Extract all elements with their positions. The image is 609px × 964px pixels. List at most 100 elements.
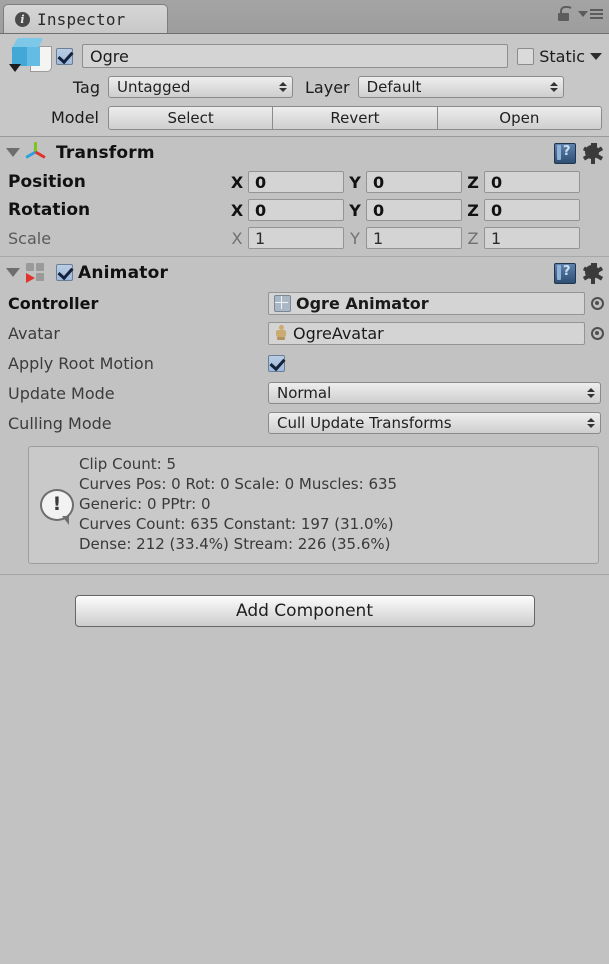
apply-root-motion-checkbox[interactable] [268,354,285,372]
axis-x-label: X [231,228,243,248]
avatar-object-field[interactable]: OgreAvatar [268,321,585,345]
avatar-value: OgreAvatar [293,323,384,343]
axis-y-label: Y [349,200,361,220]
gameobject-header: Ogre Static Tag Untagged Layer Default M… [0,34,609,137]
static-checkbox[interactable] [517,47,535,65]
animator-culling-mode-row: Culling Mode Cull Update Transforms [0,408,609,438]
layer-value: Default [366,78,422,96]
foldout-arrow-icon[interactable] [6,148,20,157]
stats-line: Curves Pos: 0 Rot: 0 Scale: 0 Muscles: 6… [79,474,398,493]
model-revert-button[interactable]: Revert [273,105,438,130]
tag-dropdown[interactable]: Untagged [108,76,293,98]
animator-stats-text: Clip Count: 5 Curves Pos: 0 Rot: 0 Scale… [79,455,397,555]
scale-z-input[interactable]: 1 [484,227,580,249]
apply-root-motion-label: Apply Root Motion [8,353,154,373]
position-z-input[interactable]: 0 [484,171,580,193]
scale-y-input[interactable]: 1 [366,227,462,249]
transform-header-icons [554,143,603,164]
layer-label: Layer [305,77,350,97]
update-mode-label: Update Mode [8,383,115,403]
gameobject-name-input[interactable]: Ogre [82,44,509,68]
axis-z-label: Z [467,200,479,220]
gear-icon[interactable] [582,263,603,284]
rotation-y-input[interactable]: 0 [366,199,462,221]
animator-controller-row: Controller Ogre Animator [0,288,609,318]
animator-header-icons [554,263,603,284]
transform-title: Transform [56,142,155,163]
rotation-z-input[interactable]: 0 [484,199,580,221]
static-label: Static [539,46,585,66]
static-dropdown-icon[interactable] [590,52,602,60]
component-transform: Transform Position X 0 Y 0 Z 0 Rotation … [0,137,609,257]
avatar-label: Avatar [8,323,60,343]
animator-stats-infobox: ! Clip Count: 5 Curves Pos: 0 Rot: 0 Sca… [28,446,599,564]
axis-y-label: Y [350,228,360,248]
help-icon[interactable] [554,143,576,164]
stats-line: Curves Count: 635 Constant: 197 (31.0%) [79,514,394,533]
lock-open-icon[interactable] [558,6,573,22]
transform-position-row: Position X 0 Y 0 Z 0 [0,168,609,196]
tag-layer-row: Tag Untagged Layer Default [0,73,609,101]
controller-value: Ogre Animator [296,293,429,313]
axis-z-label: Z [467,172,479,192]
add-component-button[interactable]: Add Component [74,594,535,627]
inspector-panel: i Inspector Ogre Static Tag Untagged Lay… [0,0,609,964]
gameobject-enabled-checkbox[interactable] [56,47,73,65]
transform-axis-icon [25,141,47,163]
stats-line: Clip Count: 5 [79,455,177,473]
controller-object-picker[interactable] [585,296,609,310]
component-animator: Animator Controller Ogre Animator Avatar [0,257,609,564]
gear-icon[interactable] [582,143,603,164]
animator-header[interactable]: Animator [0,257,609,288]
tab-bar: i Inspector [0,0,609,34]
tag-label: Tag [72,77,100,97]
position-label: Position [8,172,86,192]
position-y-input[interactable]: 0 [366,171,462,193]
avatar-humanoid-icon [274,325,288,341]
axis-x-label: X [230,200,244,220]
layer-dropdown[interactable]: Default [357,76,564,98]
culling-mode-dropdown[interactable]: Cull Update Transforms [268,412,601,434]
animator-controller-icon [274,294,291,312]
avatar-object-picker[interactable] [585,326,609,340]
stats-line: Generic: 0 PPtr: 0 [79,494,211,513]
model-label: Model [50,108,99,127]
model-select-button[interactable]: Select [108,105,274,130]
chevron-updown-icon [587,388,595,398]
transform-rotation-row: Rotation X 0 Y 0 Z 0 [0,196,609,224]
info-bubble-icon: ! [35,488,79,525]
scale-label: Scale [8,228,52,248]
culling-mode-label: Culling Mode [8,413,112,433]
animator-apply-root-motion-row: Apply Root Motion [0,348,609,378]
update-mode-dropdown[interactable]: Normal [268,382,601,404]
transform-header[interactable]: Transform [0,137,609,168]
culling-mode-value: Cull Update Transforms [277,414,452,432]
chevron-updown-icon [587,418,595,428]
animator-avatar-row: Avatar OgreAvatar [0,318,609,348]
add-component-zone: Add Component [0,573,609,627]
tag-value: Untagged [117,78,191,96]
axis-y-label: Y [349,172,361,192]
rotation-x-input[interactable]: 0 [248,199,344,221]
chevron-updown-icon [279,82,287,92]
rotation-label: Rotation [8,200,91,220]
hamburger-menu-icon[interactable] [578,9,603,19]
static-group: Static [517,47,609,66]
tab-inspector-label: Inspector [37,9,126,29]
info-icon: i [15,11,30,27]
gameobject-name-row: Ogre Static [0,38,609,72]
help-icon[interactable] [554,263,576,284]
prefab-model-icon[interactable] [8,34,56,78]
scale-x-input[interactable]: 1 [248,227,344,249]
animator-update-mode-row: Update Mode Normal [0,378,609,408]
model-open-button[interactable]: Open [437,105,602,130]
controller-label: Controller [8,293,99,313]
controller-object-field[interactable]: Ogre Animator [268,291,585,315]
axis-z-label: Z [467,228,479,248]
transform-scale-row: Scale X 1 Y 1 Z 1 [0,224,609,256]
foldout-arrow-icon[interactable] [6,268,20,277]
tab-inspector[interactable]: i Inspector [3,4,168,33]
position-x-input[interactable]: 0 [248,171,344,193]
model-row: Model Select Revert Open [0,103,609,132]
animator-enabled-checkbox[interactable] [56,264,73,281]
